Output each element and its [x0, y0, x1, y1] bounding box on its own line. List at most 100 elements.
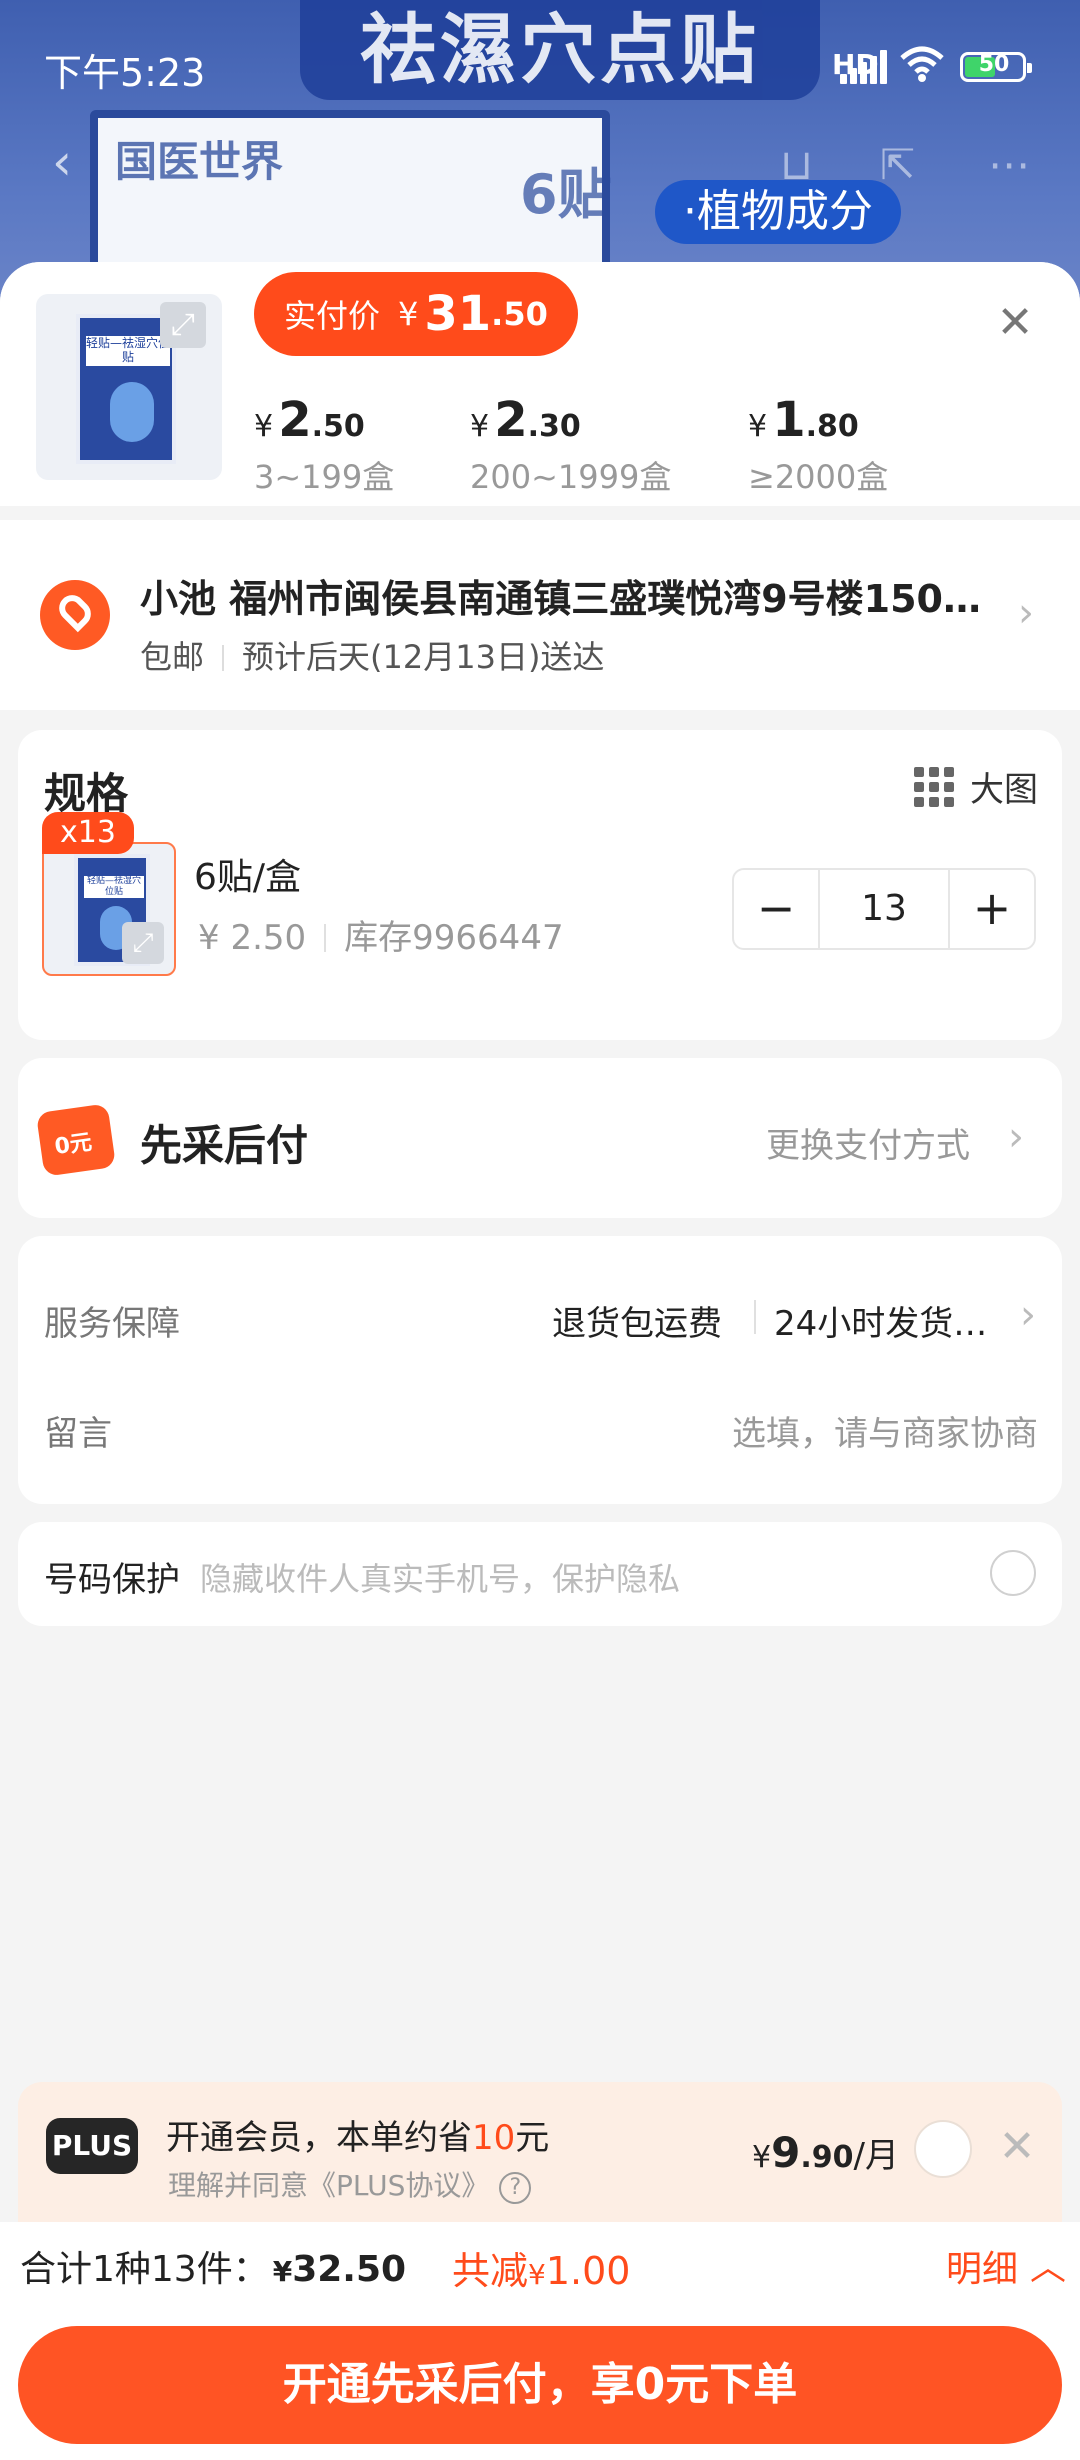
status-time: 下午5:23	[44, 51, 206, 95]
address-line: 小池 福州市闽侯县南通镇三盛璞悦湾9号楼1501室	[140, 577, 990, 621]
checkout-footer: 合计1种13件： ¥32.50 共减¥1.00 明细 ︿ 开通先采后付，享0元下单	[0, 2222, 1080, 2460]
number-protect-label: 号码保护	[44, 1560, 180, 1600]
plus-radio[interactable]	[914, 2120, 972, 2178]
discount-label: 共减	[452, 2249, 529, 2293]
expand-icon[interactable]: ⤢	[160, 302, 206, 348]
chevron-right-icon: ›	[1008, 1114, 1024, 1160]
submit-order-button[interactable]: 开通先采后付，享0元下单	[18, 2326, 1062, 2444]
sku-name: 6贴/盒	[194, 857, 302, 898]
back-arrow-icon[interactable]: ‹	[20, 120, 104, 204]
plus-promo-post: 元	[515, 2118, 550, 2158]
more-icon[interactable]: ⋯	[988, 140, 1030, 189]
shipping-label: 包邮	[140, 638, 205, 676]
service-card: 服务保障 退货包运费 24小时发货服务 › 留言 选填，请与商家协商	[18, 1236, 1062, 1504]
paid-price-dec: .50	[491, 295, 548, 333]
wifi-icon	[900, 46, 944, 82]
paid-price-currency: ¥	[398, 295, 419, 333]
pay-later-card[interactable]: 0元 先采后付 更换支付方式 ›	[18, 1058, 1062, 1218]
tier-range: ≥2000盒	[748, 458, 889, 496]
paid-price-int: 31	[424, 286, 492, 342]
pay-later-icon: 0元	[35, 1103, 117, 1177]
tier-currency: ¥	[470, 409, 490, 444]
chevron-right-icon: ›	[1020, 1292, 1036, 1338]
battery-level: 50	[978, 52, 1010, 77]
big-picture-button[interactable]: 大图	[914, 762, 1038, 811]
service-item-shipping[interactable]: 24小时发货服务	[774, 1296, 1004, 1345]
quantity-input[interactable]: 13	[818, 870, 950, 948]
status-bar: 下午5:23 HD 50	[0, 0, 1080, 130]
price-tier: ¥ 1.80 ≥2000盒	[748, 392, 888, 498]
paid-price-label: 实付价	[284, 297, 381, 335]
product-box-graphic	[110, 382, 154, 442]
location-icon	[40, 580, 110, 650]
grid-icon	[914, 766, 954, 807]
product-box-text: 轻贴—祛湿穴位贴	[86, 336, 170, 366]
message-label: 留言	[44, 1414, 112, 1454]
tier-range: 200~1999盒	[470, 458, 672, 496]
banner-tag: ·植物成分	[655, 180, 901, 244]
service-divider	[754, 1300, 756, 1334]
discount-currency: ¥	[528, 2258, 546, 2291]
battery-icon: 50	[960, 52, 1032, 82]
tier-int: 2	[494, 392, 528, 448]
number-protect-desc: 隐藏收件人真实手机号，保护隐私	[200, 1560, 681, 1598]
discount-amount: 1.00	[545, 2249, 631, 2293]
banner-pack: 6贴	[520, 163, 612, 226]
number-protect-row: 号码保护 隐藏收件人真实手机号，保护隐私	[18, 1522, 1062, 1626]
address-row[interactable]: 小池 福州市闽侯县南通镇三盛璞悦湾9号楼1501室 包邮 预计后天(12月13日)…	[0, 520, 1080, 710]
tier-range: 3~199盒	[254, 458, 395, 496]
pay-later-icon-text: 0元	[53, 1129, 94, 1160]
tier-int: 1	[772, 392, 806, 448]
spec-card: 规格 大图 轻贴—祛湿穴位贴 x13 ⤢ 6贴/盒 ¥ 2.50 库存996644…	[18, 730, 1062, 1040]
tier-currency: ¥	[254, 409, 274, 444]
quantity-badge: x13	[42, 812, 134, 854]
total-currency: ¥	[272, 2255, 293, 2288]
price-tier: ¥ 2.50 3~199盒	[254, 392, 394, 498]
banner-brand: 国医世界	[115, 137, 284, 186]
total-summary: 合计1种13件： ¥32.50	[20, 2240, 406, 2292]
plus-membership-bar: PLUS 开通会员，本单约省10元 理解并同意《PLUS协议》? ¥9.90/月…	[18, 2082, 1062, 2222]
message-input[interactable]: 选填，请与商家协商	[698, 1406, 1038, 1455]
plus-promo-text: 开通会员，本单约省10元	[166, 2110, 549, 2159]
change-payment-link[interactable]: 更换支付方式	[766, 1118, 970, 1167]
sku-meta: ¥ 2.50 库存9966447	[198, 910, 564, 959]
decrease-button[interactable]: −	[734, 870, 818, 948]
cart-icon[interactable]: ⊔	[780, 140, 813, 189]
share-icon[interactable]: ⇱	[880, 140, 915, 189]
total-label: 合计1种13件：	[20, 2249, 269, 2290]
total-amount: 32.50	[292, 2249, 407, 2290]
chevron-up-icon[interactable]: ︿	[1030, 2238, 1066, 2290]
sku-price: ¥ 2.50	[198, 918, 307, 958]
delivery-eta: 预计后天(12月13日)送达	[242, 638, 605, 676]
plus-agreement[interactable]: 理解并同意《PLUS协议》?	[168, 2164, 532, 2204]
tier-currency: ¥	[748, 409, 768, 444]
plus-price: ¥9.90/月	[752, 2128, 899, 2177]
plus-price-int: 9	[771, 2128, 801, 2177]
close-icon[interactable]: ✕	[990, 298, 1040, 348]
paid-price-pill: 实付价 ¥ 31 .50	[254, 272, 578, 356]
sku-stock: 库存9966447	[344, 918, 564, 958]
quantity-stepper: − 13 +	[732, 868, 1036, 950]
increase-button[interactable]: +	[950, 870, 1034, 948]
help-icon[interactable]: ?	[499, 2172, 532, 2204]
service-label: 服务保障	[44, 1304, 180, 1344]
signal-icon	[840, 50, 888, 84]
tier-dec: .50	[311, 409, 365, 444]
tier-dec: .80	[805, 409, 859, 444]
price-header: 轻贴—祛湿穴位贴 ⤢ 实付价 ¥ 31 .50 ✕ ¥ 2.50 3~199盒 …	[0, 262, 1080, 506]
service-item-return[interactable]: 退货包运费	[552, 1296, 722, 1345]
number-protect-radio[interactable]	[990, 1550, 1036, 1596]
close-icon[interactable]: ✕	[992, 2122, 1042, 2172]
plus-price-dec: .90	[800, 2140, 854, 2175]
tier-int: 2	[278, 392, 312, 448]
big-picture-label: 大图	[970, 770, 1038, 810]
expand-icon[interactable]: ⤢	[122, 922, 164, 964]
pay-later-title: 先采后付	[140, 1121, 309, 1170]
plus-price-unit: /月	[853, 2136, 899, 2176]
plus-promo-amount: 10	[472, 2118, 516, 2158]
plus-agreement-text: 理解并同意《PLUS协议》	[168, 2169, 490, 2202]
sku-box-text: 轻贴—祛湿穴位贴	[84, 876, 144, 898]
chevron-right-icon: ›	[1018, 590, 1034, 636]
plus-price-currency: ¥	[752, 2140, 772, 2175]
detail-link[interactable]: 明细	[946, 2240, 1018, 2292]
